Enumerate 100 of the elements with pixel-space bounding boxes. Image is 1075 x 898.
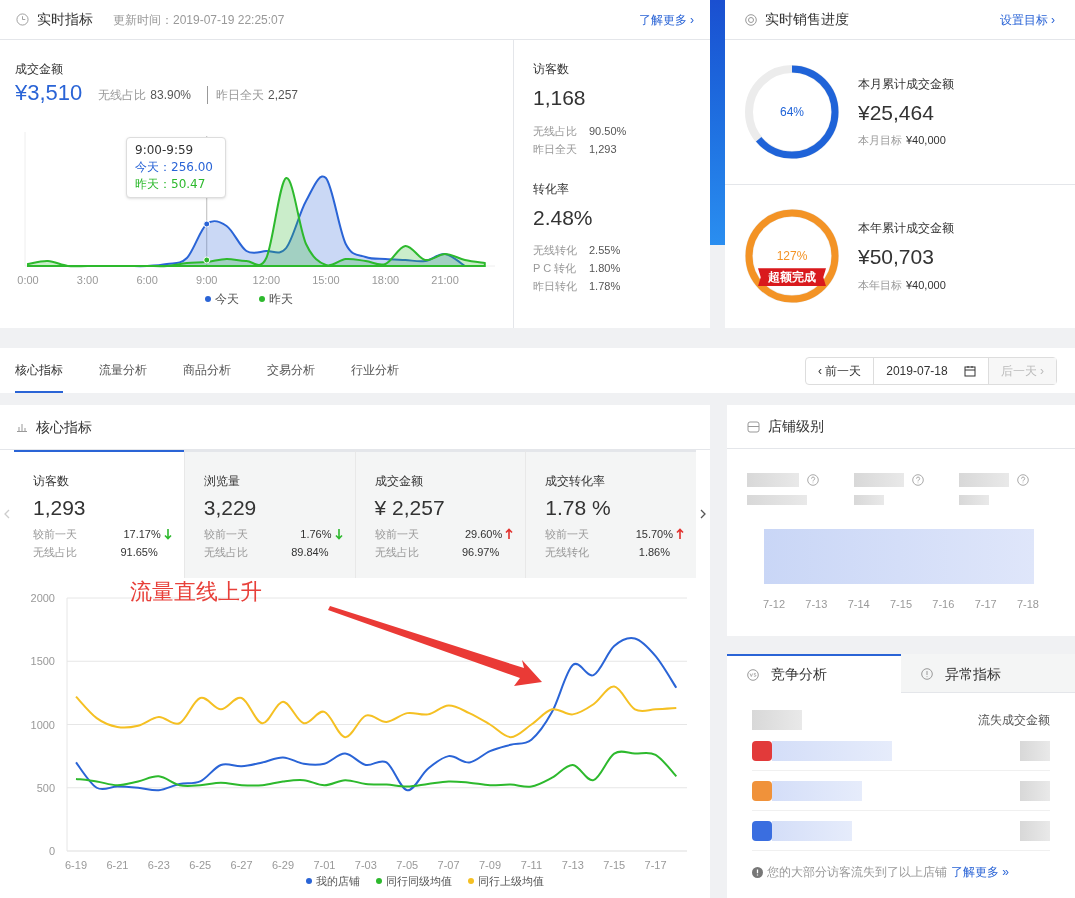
- learn-more-link[interactable]: 了解更多 ›: [638, 10, 694, 29]
- blurred-region: [959, 473, 1009, 487]
- note-text: 您的大部分访客流失到了以上店铺: [767, 864, 947, 881]
- nav-tab[interactable]: 交易分析: [267, 348, 315, 393]
- axis-label: 0:00: [17, 274, 39, 286]
- help-icon: [912, 474, 924, 486]
- date-field[interactable]: 2019-07-18: [874, 357, 989, 384]
- metric-label: 浏览量: [203, 472, 241, 490]
- target-icon: [745, 13, 757, 26]
- axis-label: 6-25: [189, 859, 212, 871]
- axis-label: 7-13: [561, 859, 584, 871]
- blurred-region: [959, 495, 989, 505]
- stat-label: 较前一天: [374, 527, 419, 542]
- stat-label: 无线占比: [374, 545, 419, 560]
- card-title: 实时指标: [37, 10, 93, 29]
- blurred-region: [1020, 740, 1050, 761]
- axis-label: 1000: [30, 718, 55, 731]
- metric-tab[interactable]: 成交金额 ¥ 2,257 较前一天 29.60% 无线占比 96.97%: [354, 449, 526, 578]
- stat-label: 无线占比: [98, 87, 147, 104]
- metric-label: 转化率: [533, 180, 570, 198]
- nav-tab[interactable]: 核心指标: [15, 348, 63, 393]
- progress-percent: 64%: [779, 103, 805, 120]
- axis-label: 3:00: [76, 274, 99, 286]
- blurred-region: [1020, 820, 1050, 841]
- store-icon: [747, 420, 760, 433]
- stat-label: 无线转化: [545, 545, 590, 560]
- alert-icon: [921, 668, 933, 680]
- panel-tab[interactable]: 异常指标: [901, 654, 1075, 693]
- target-value: ¥40,000: [906, 133, 946, 149]
- stat-value: 2,257: [268, 87, 299, 104]
- legend-label: 同行同级均值: [386, 874, 452, 889]
- tooltip-title: 9:00-9:59: [135, 142, 195, 159]
- axis-label: 7-01: [313, 859, 336, 871]
- progress-value: ¥50,703: [858, 244, 935, 271]
- blurred-region: [747, 495, 807, 505]
- nav-tab[interactable]: 商品分析: [183, 348, 231, 393]
- stat-label: 较前一天: [545, 527, 590, 542]
- stat-label: 无线占比: [203, 545, 248, 560]
- axis-label: 7-09: [479, 859, 501, 871]
- axis-label: 7-05: [396, 859, 419, 871]
- axis-label: 0: [48, 845, 55, 857]
- stat-value: 1.80%: [589, 261, 621, 276]
- blurred-region: [854, 473, 904, 487]
- metric-value: ¥3,510: [15, 82, 83, 104]
- card-title: 实时销售进度: [765, 10, 849, 29]
- target-label: 本月目标: [858, 133, 902, 149]
- update-time: 更新时间：2019-07-19 22:25:07: [113, 11, 285, 29]
- axis-label: 6-27: [230, 859, 253, 871]
- progress-percent: 127%: [775, 248, 809, 265]
- blurred-region: [752, 710, 802, 730]
- data-point: [203, 220, 211, 228]
- stat-value: 90.50%: [589, 123, 627, 139]
- metric-value: 2.48%: [533, 204, 594, 231]
- legend-label: 我的店铺: [316, 874, 360, 889]
- stat-value: 1.86%: [638, 545, 670, 560]
- tooltip-value: 昨天：50.47: [135, 176, 207, 193]
- completion-ribbon: 超额完成: [758, 268, 826, 287]
- stat-label: 昨日全天: [216, 87, 264, 104]
- metric-value: ¥ 2,257: [374, 494, 446, 521]
- stat-value: 91.65%: [120, 545, 158, 560]
- card-title: 店铺级别: [768, 417, 824, 436]
- help-icon: [807, 474, 819, 486]
- stat-value: 89.84%: [291, 545, 329, 560]
- blurred-region: [1020, 780, 1050, 801]
- stat-label: 无线转化: [533, 243, 578, 258]
- nav-tab[interactable]: 流量分析: [99, 348, 147, 393]
- metric-label: 成交转化率: [545, 472, 607, 490]
- metric-tab[interactable]: 浏览量 3,229 较前一天 1.76% 无线占比 89.84%: [183, 449, 355, 578]
- target-value: ¥40,000: [906, 277, 946, 293]
- learn-more-link[interactable]: 了解更多 »: [951, 863, 1009, 881]
- axis-label: 2000: [30, 592, 55, 604]
- axis-label: 7-03: [354, 859, 377, 871]
- stat-value: 1.78%: [589, 279, 621, 294]
- stat-label: 无线占比: [33, 545, 77, 560]
- stat-label: 较前一天: [203, 527, 248, 542]
- stat-value: 1.76%: [300, 527, 332, 542]
- stat-value: 96.97%: [461, 545, 500, 560]
- axis-label: 6:00: [136, 274, 158, 286]
- metric-value: 1,293: [33, 494, 87, 521]
- legend-label: 今天: [215, 291, 239, 308]
- info-icon: [752, 866, 763, 878]
- data-point: [203, 256, 211, 264]
- previous-day-button[interactable]: ‹ 前一天: [805, 357, 875, 384]
- stat-value: 29.60%: [464, 527, 503, 542]
- nav-tab[interactable]: 行业分析: [351, 348, 399, 393]
- stat-value: 2.55%: [589, 243, 621, 258]
- axis-label: 21:00: [431, 274, 459, 286]
- stat-label: 昨日全天: [533, 141, 578, 157]
- set-target-link[interactable]: 设置目标 ›: [999, 10, 1055, 29]
- blurred-region: [747, 473, 799, 487]
- column-header: 流失成交金额: [978, 712, 1050, 729]
- stat-value: 15.70%: [635, 527, 673, 542]
- axis-label: 12:00: [252, 274, 281, 286]
- metric-label: 成交金额: [15, 61, 64, 78]
- clock-icon: [16, 13, 29, 26]
- axis-label: 7-17: [974, 597, 997, 612]
- stat-label: 无线占比: [533, 123, 578, 139]
- metric-tab[interactable]: 成交转化率 1.78 % 较前一天 15.70% 无线转化 1.86%: [525, 449, 696, 578]
- legend-label: 昨天: [269, 291, 293, 308]
- metric-label: 访客数: [533, 61, 570, 78]
